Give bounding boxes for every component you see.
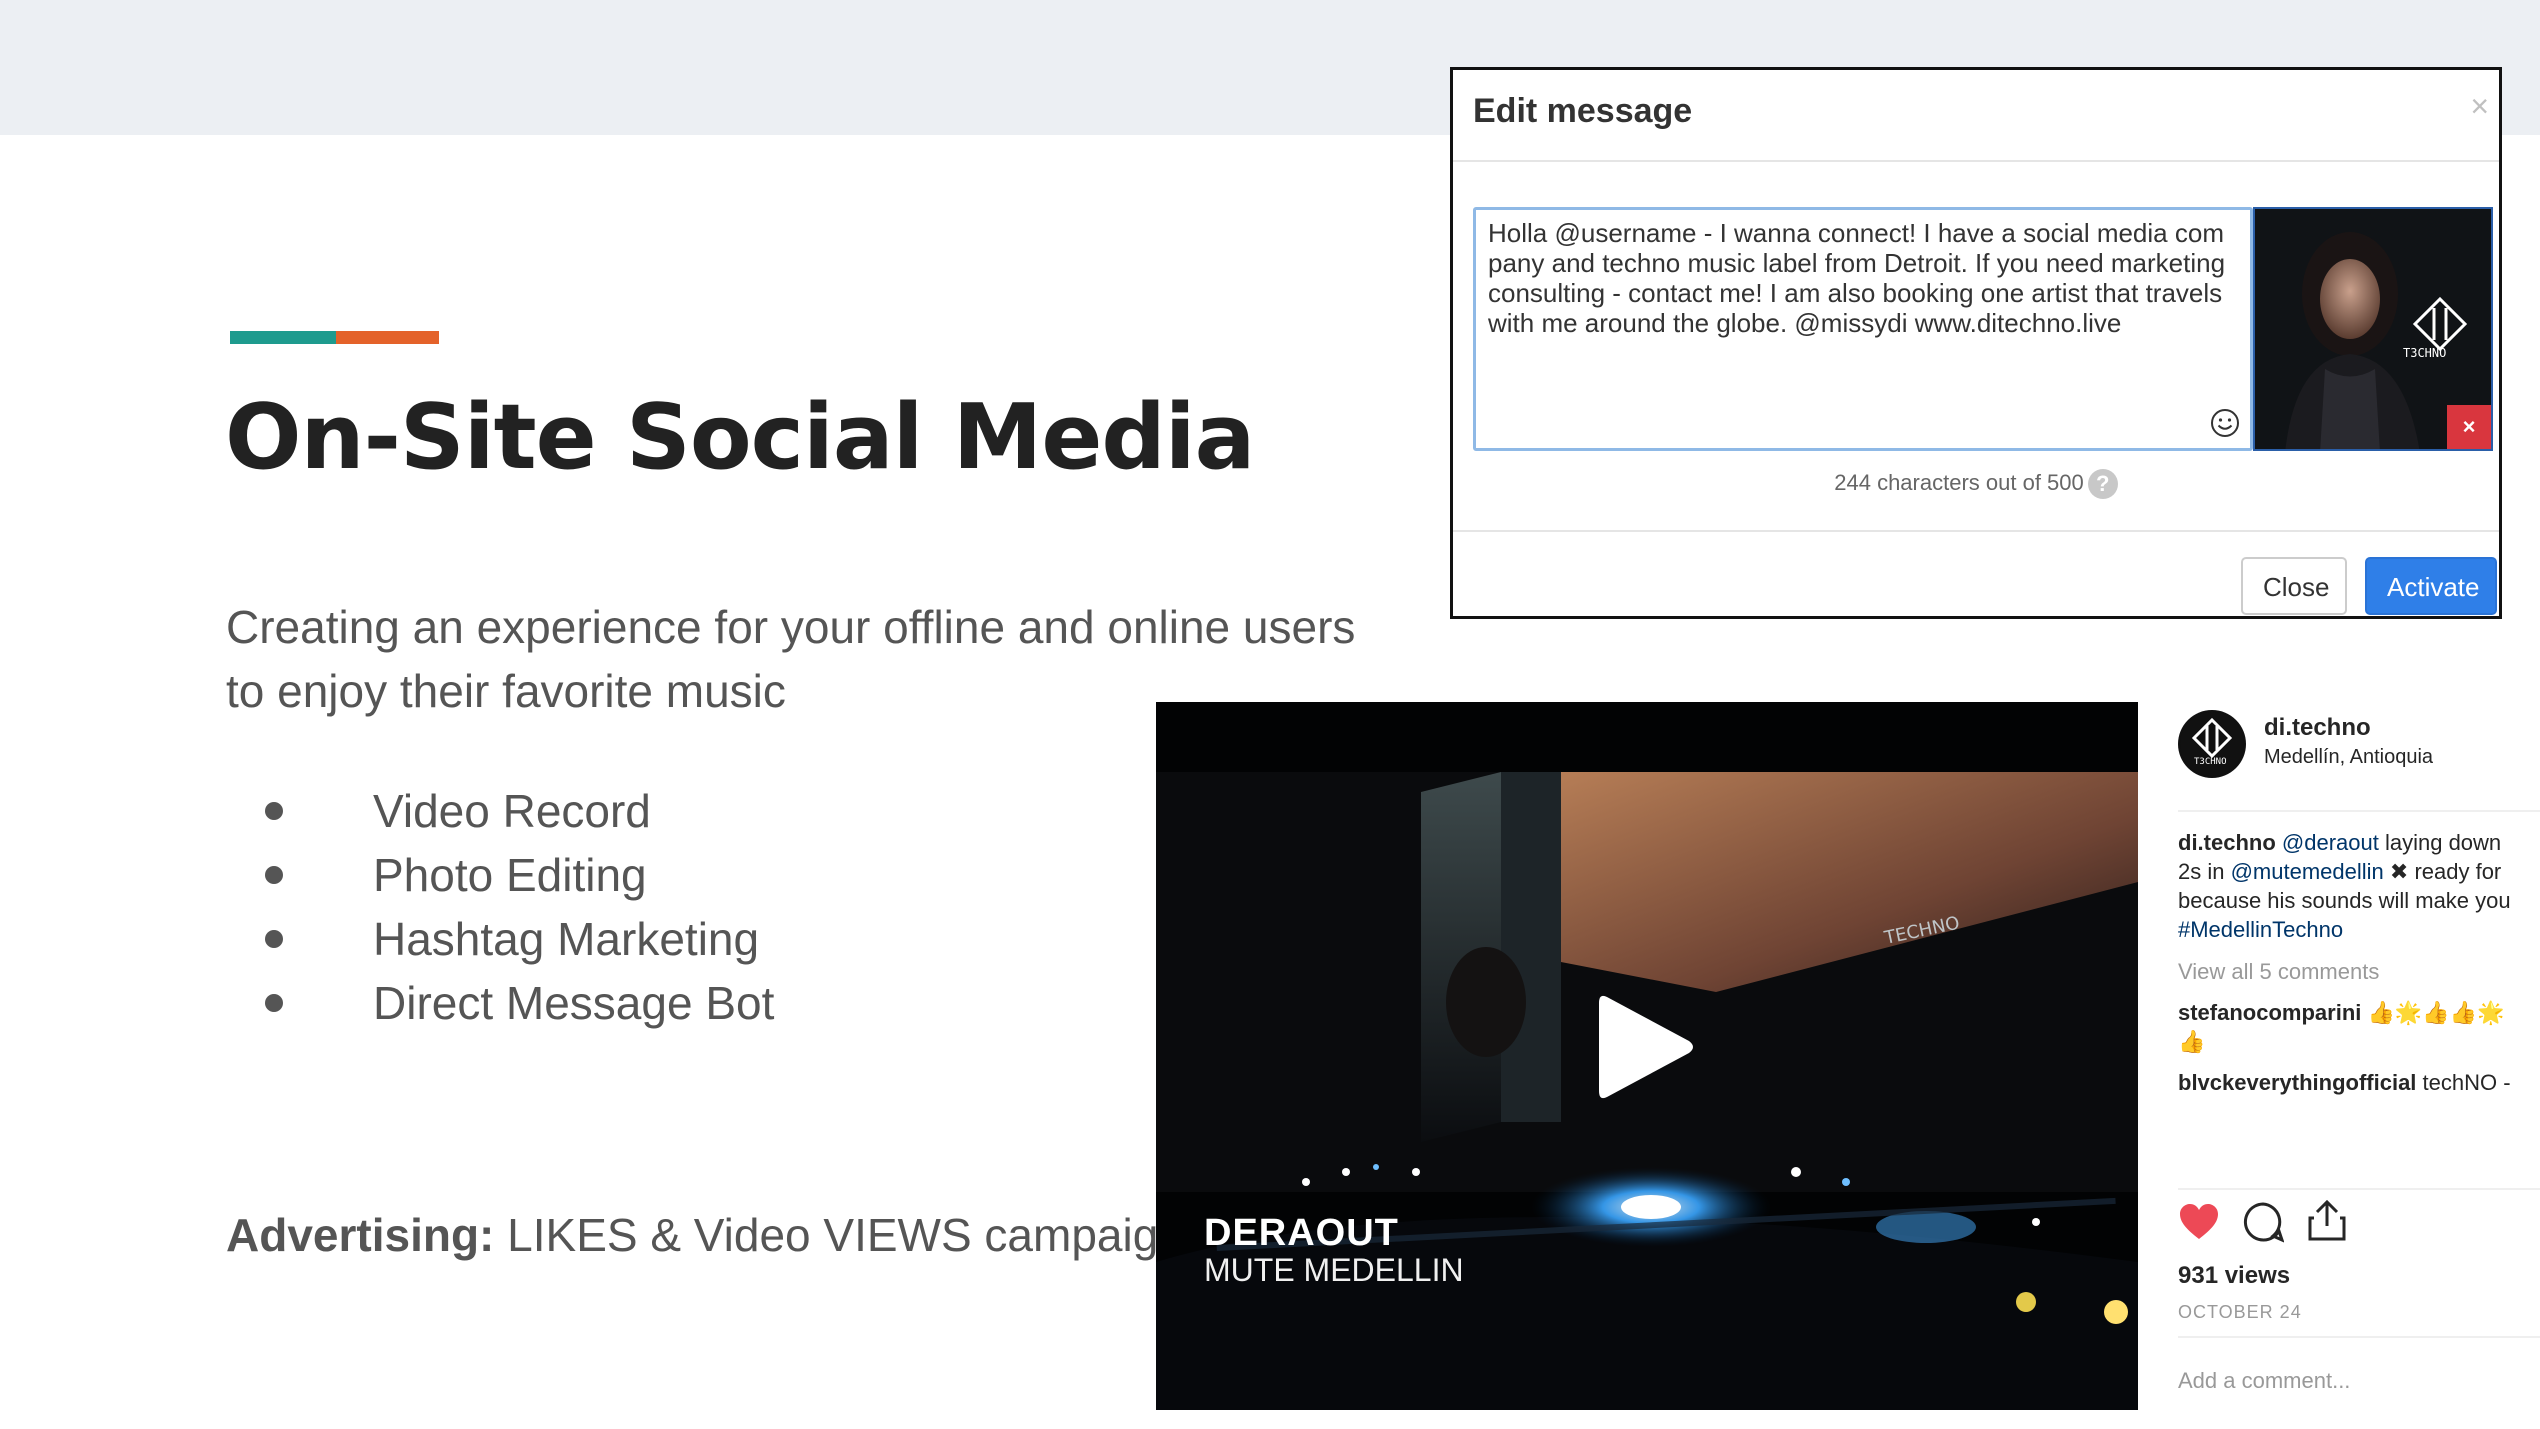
bullet-icon [265, 930, 283, 948]
hashtag-link[interactable]: #MedellinTechno [2178, 915, 2343, 944]
message-textarea[interactable]: Holla @username - I wanna connect! I hav… [1473, 207, 2253, 451]
list-item: Hashtag Marketing [260, 907, 774, 971]
share-icon[interactable] [2306, 1198, 2348, 1242]
advertising-text: LIKES & Video VIEWS campaign [494, 1209, 1184, 1261]
advertising-line: Advertising: LIKES & Video VIEWS campaig… [226, 1208, 1184, 1262]
video-subtitle: MUTE MEDELLIN [1204, 1252, 1464, 1288]
remove-image-button[interactable]: × [2447, 405, 2491, 449]
thumb-logo-text: T3CHNO [2403, 346, 2447, 360]
feature-list: Video Record Photo Editing Hashtag Marke… [260, 779, 774, 1035]
video-title: DERAOUT [1204, 1212, 1399, 1254]
bullet-icon [265, 866, 283, 884]
techno-logo-icon [2180, 712, 2244, 776]
accent-bar-orange [336, 331, 439, 344]
post-username[interactable]: di.techno [2264, 714, 2371, 742]
accent-bar-teal [230, 331, 336, 344]
video-player[interactable]: TECHNO DERAOUT MUTE MEDELLIN [1156, 702, 2138, 1410]
avatar-text: T3CHNO [2194, 757, 2227, 767]
list-item: Direct Message Bot [260, 971, 774, 1035]
comment-username[interactable]: blvckeverythingofficial [2178, 1070, 2416, 1095]
advertising-label: Advertising: [226, 1209, 495, 1261]
comment: stefanocomparini 👍🌟👍👍🌟 [2178, 998, 2504, 1027]
message-text: Holla @username - I wanna connect! I hav… [1488, 218, 2226, 338]
comment-continued: 👍 [2178, 1029, 2206, 1054]
list-item-label: Photo Editing [373, 849, 647, 901]
list-item-label: Hashtag Marketing [373, 913, 760, 965]
post-date: OCTOBER 24 [2178, 1302, 2302, 1322]
character-counter-text: 244 characters out of 500 [1834, 469, 2084, 495]
play-icon[interactable] [1589, 987, 1699, 1107]
caption-username[interactable]: di.techno [2178, 830, 2276, 855]
view-count: 931 views [2178, 1262, 2291, 1289]
slide-title: On-Site Social Media [225, 385, 1255, 490]
comment-text: techNO - [2416, 1070, 2511, 1095]
help-icon[interactable]: ? [2087, 469, 2118, 499]
caption-text: 2s in [2178, 859, 2231, 884]
caption-text: ✖ ready for [2383, 859, 2502, 884]
add-comment-input[interactable]: Add a comment... [2178, 1368, 2350, 1394]
caption-line: 2s in @mutemedellin ✖ ready for [2178, 857, 2501, 886]
list-item-label: Video Record [373, 785, 651, 837]
comment: blvckeverythingofficial techNO - [2178, 1068, 2511, 1097]
comment-icon[interactable] [2242, 1201, 2284, 1243]
close-button[interactable]: Close [2241, 557, 2347, 615]
list-item: Video Record [260, 779, 774, 843]
divider [2178, 810, 2540, 812]
bullet-icon [265, 802, 283, 820]
caption-line: di.techno @deraout laying down [2178, 828, 2501, 857]
comment-username[interactable]: stefanocomparini [2178, 1000, 2361, 1025]
caption-text: laying down [2378, 830, 2502, 855]
heart-icon[interactable] [2178, 1202, 2220, 1242]
mention-link[interactable]: @mutemedellin [2231, 859, 2384, 884]
divider [2178, 1188, 2540, 1190]
caption-line: because his sounds will make you [2178, 888, 2511, 913]
activate-button[interactable]: Activate [2365, 557, 2497, 615]
list-item-label: Direct Message Bot [373, 977, 775, 1029]
mention-link[interactable]: @deraout [2282, 830, 2379, 855]
comment-text: 👍🌟👍👍🌟 [2361, 1000, 2505, 1025]
view-comments-link[interactable]: View all 5 comments [2178, 957, 2379, 986]
dialog-footer-divider [1453, 530, 2499, 532]
divider [2178, 1336, 2540, 1338]
instagram-post-panel: T3CHNO di.techno Medellín, Antioquia di.… [2138, 702, 2540, 1429]
emoji-icon[interactable] [2210, 408, 2240, 438]
edit-message-dialog: Edit message × Holla @username - I wanna… [1450, 67, 2502, 619]
attached-image-thumbnail: T3CHNO × [2253, 207, 2493, 451]
bullet-icon [265, 994, 283, 1012]
post-location[interactable]: Medellín, Antioquia [2264, 746, 2433, 769]
dialog-header: Edit message × [1453, 70, 2499, 162]
list-item: Photo Editing [260, 843, 774, 907]
dialog-title: Edit message [1473, 92, 1693, 130]
character-counter: 244 characters out of 500? [1453, 469, 2499, 499]
avatar[interactable]: T3CHNO [2178, 710, 2246, 778]
close-icon[interactable]: × [2470, 88, 2489, 125]
